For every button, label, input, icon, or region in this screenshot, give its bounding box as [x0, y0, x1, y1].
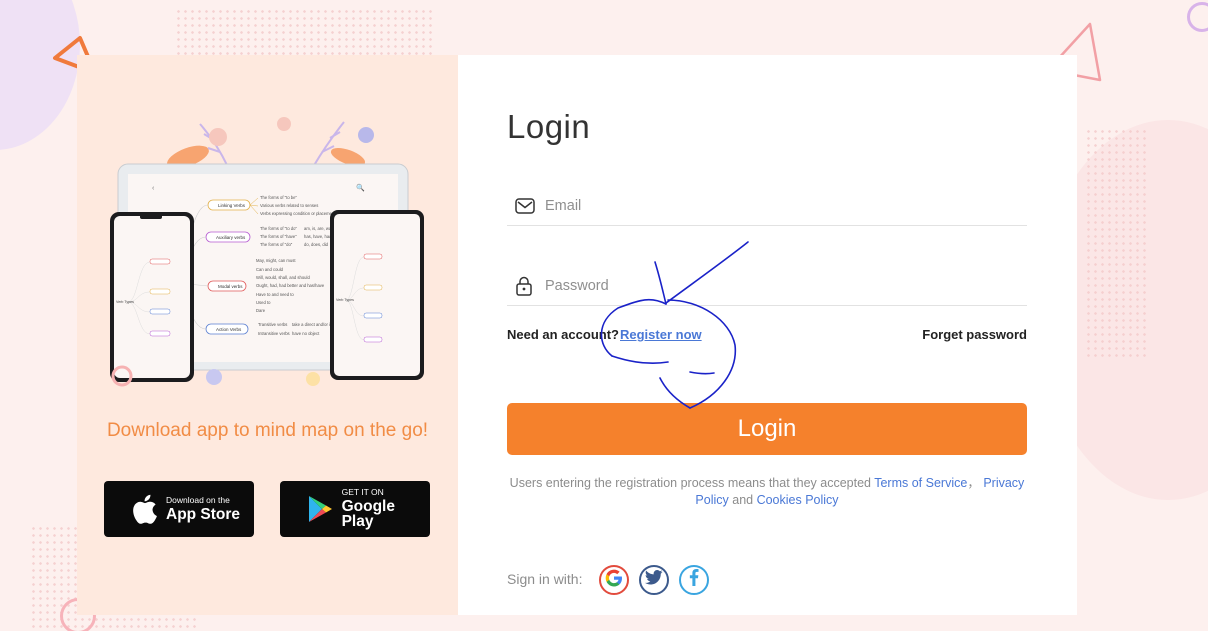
- terms-of-service-link[interactable]: Terms of Service: [874, 476, 967, 490]
- mindmap-root: Verb Types: [116, 300, 134, 304]
- password-field: [507, 266, 1027, 306]
- mindmap-leaf: has, have, had: [304, 234, 332, 239]
- mail-icon: [515, 195, 537, 217]
- app-mockup-illustration: ‹ 🔍 Linking Verbs Auxiliary verbs Modal …: [108, 112, 428, 392]
- terms-and: and: [728, 493, 757, 507]
- mindmap-leaf: The forms of "to be": [260, 195, 297, 200]
- mindmap-node: Modal verbs: [218, 284, 243, 289]
- facebook-icon: [689, 569, 699, 591]
- google-play-label: Google Play: [341, 497, 395, 531]
- cookies-policy-link[interactable]: Cookies Policy: [757, 493, 839, 507]
- google-play-button[interactable]: GET IT ON Google Play: [280, 481, 430, 537]
- twitter-icon: [644, 570, 663, 590]
- mindmap-leaf: Will, would, shall, and should: [256, 275, 310, 280]
- register-now-link[interactable]: Register now: [620, 327, 702, 342]
- app-store-small-label: Download on the: [166, 495, 230, 505]
- google-play-small-label: GET IT ON: [341, 487, 384, 498]
- terms-prefix: Users entering the registration process …: [509, 476, 875, 490]
- google-icon: [605, 569, 623, 592]
- email-input[interactable]: [545, 197, 1005, 214]
- app-store-button[interactable]: Download on the App Store: [104, 481, 254, 537]
- svg-text:🔍: 🔍: [356, 183, 365, 192]
- app-download-tagline: Download app to mind map on the go!: [106, 420, 429, 441]
- terms-separator: ，: [967, 476, 980, 490]
- mindmap-node: Linking Verbs: [218, 203, 246, 208]
- forget-password-link[interactable]: Forget password: [922, 327, 1027, 342]
- google-play-icon: [304, 493, 336, 525]
- mindmap-leaf: Can and could: [256, 267, 284, 272]
- mindmap-leaf: Used to: [256, 300, 271, 305]
- mindmap-leaf: have no object: [292, 331, 320, 336]
- mindmap-root: Verb Types: [336, 298, 354, 302]
- mindmap-leaf: The forms of "to do": [260, 226, 297, 231]
- mindmap-leaf: The forms of "have": [260, 234, 297, 239]
- password-input[interactable]: [545, 277, 1005, 294]
- need-account-text: Need an account?: [507, 327, 619, 342]
- mindmap-leaf: Various verbs related to senses: [260, 203, 318, 208]
- mindmap-node: Auxiliary verbs: [216, 235, 246, 240]
- mindmap-leaf: Transitive verbs: [258, 322, 287, 327]
- twitter-signin-button[interactable]: [639, 565, 669, 595]
- mindmap-leaf: Dare: [256, 308, 266, 313]
- apple-icon: [128, 493, 160, 525]
- sign-in-with-label: Sign in with:: [507, 571, 583, 587]
- facebook-signin-button[interactable]: [679, 565, 709, 595]
- mindmap-leaf: am, is, are, was: [304, 226, 333, 231]
- mindmap-leaf: May, might, can must: [256, 258, 296, 263]
- mindmap-leaf: Intransitive verbs: [258, 331, 290, 336]
- app-store-label: App Store: [166, 505, 241, 523]
- google-signin-button[interactable]: [599, 565, 629, 595]
- mindmap-leaf: Ought, had, had better and has/have: [256, 283, 325, 288]
- email-field: [507, 186, 1027, 226]
- mindmap-leaf: The forms of "do": [260, 242, 293, 247]
- mindmap-leaf: Have to and need to: [256, 292, 294, 297]
- mindmap-node: Action Verbs: [216, 327, 242, 332]
- lock-icon: [515, 275, 537, 297]
- login-title: Login: [507, 108, 591, 145]
- mindmap-leaf: do, does, did: [304, 242, 329, 247]
- login-button[interactable]: Login: [507, 403, 1027, 455]
- terms-notice: Users entering the registration process …: [507, 475, 1027, 509]
